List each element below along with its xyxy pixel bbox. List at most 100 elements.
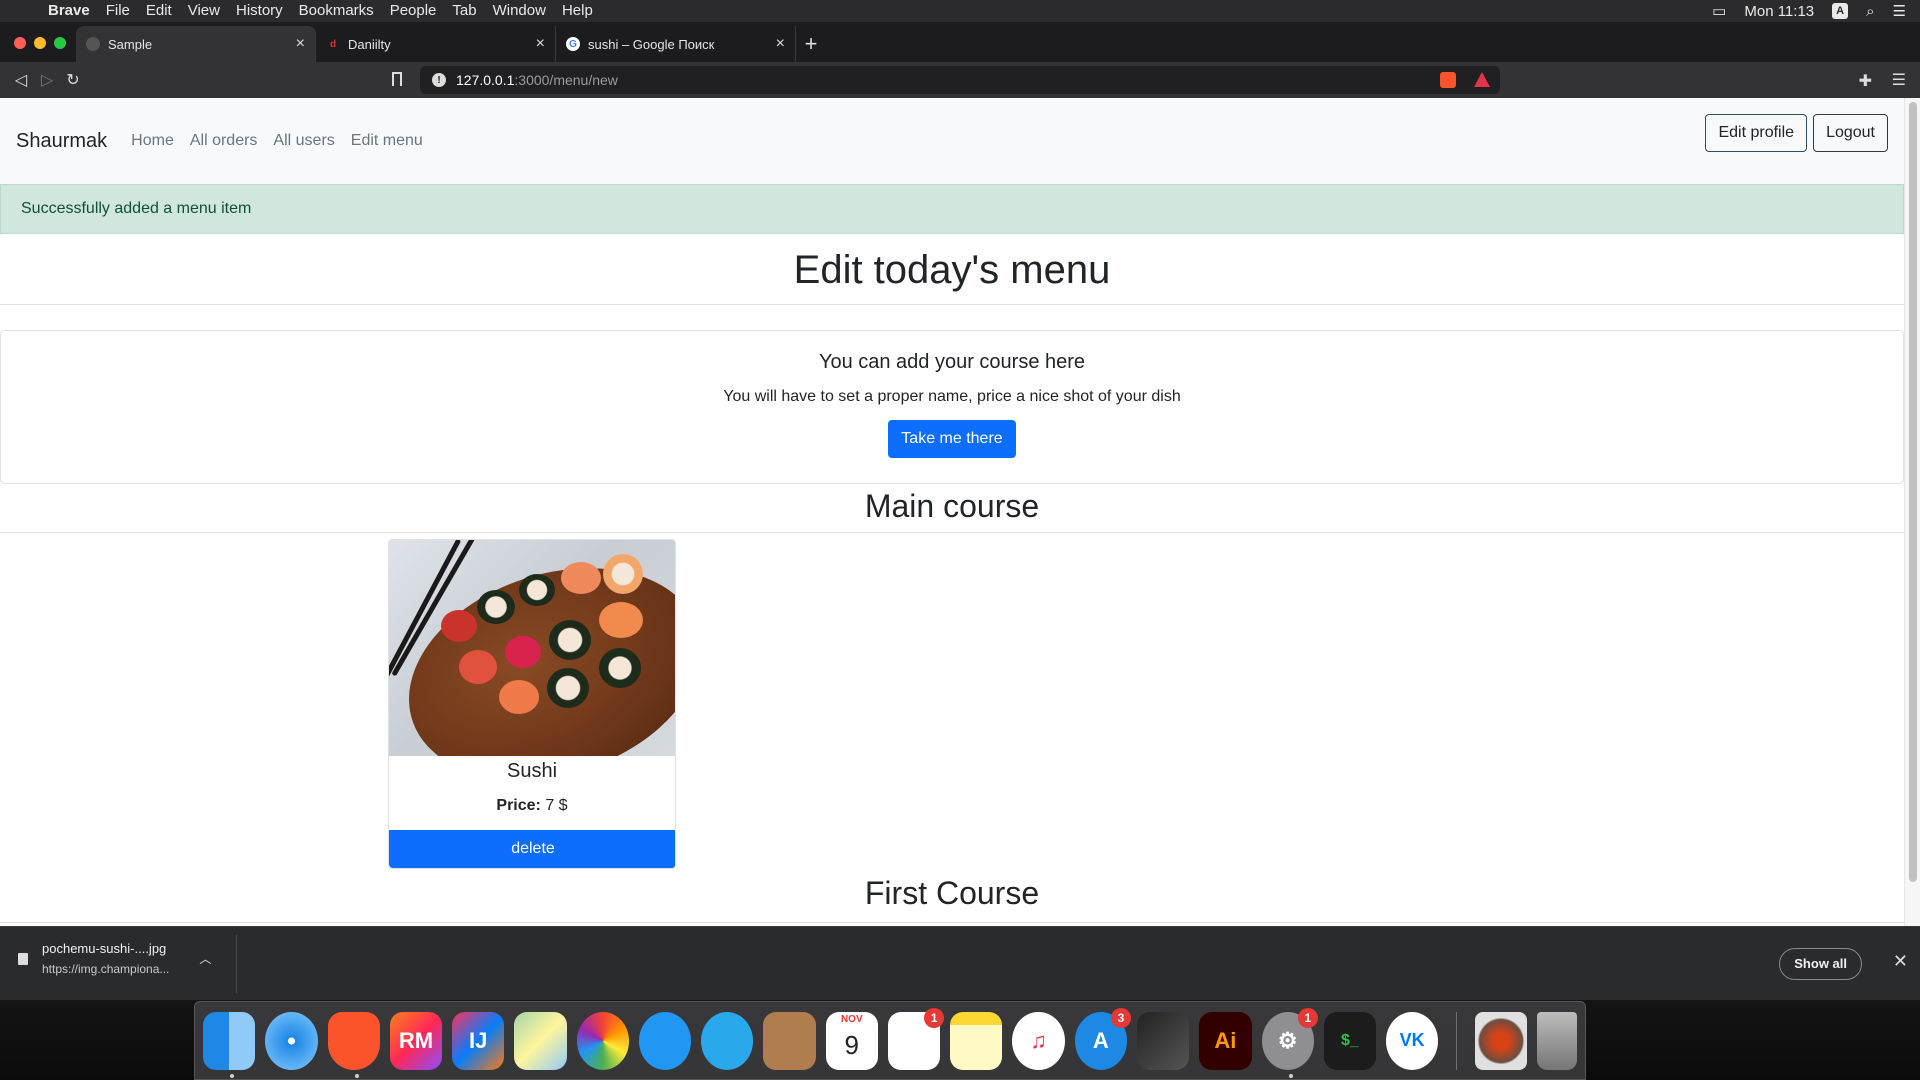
menu-help[interactable]: Help (554, 0, 601, 22)
notes-icon[interactable] (950, 1011, 1003, 1070)
app-label: VK (1399, 1030, 1425, 1050)
input-source-icon[interactable]: A (1832, 3, 1849, 19)
delete-button[interactable]: delete (389, 830, 675, 868)
menu-item-card: Sushi Price: 7 $ delete (388, 539, 676, 869)
contacts-icon[interactable] (763, 1011, 816, 1070)
sushi-piece (603, 554, 643, 594)
messages-icon[interactable] (638, 1011, 692, 1070)
brave-icon[interactable] (327, 1011, 380, 1078)
site-brand[interactable]: Shaurmak (16, 130, 107, 153)
edit-profile-button[interactable]: Edit profile (1705, 114, 1808, 152)
success-alert: Successfully added a menu item (0, 184, 1904, 234)
download-item[interactable]: pochemu-sushi-....jpg https://img.champi… (18, 941, 211, 976)
menu-clock[interactable]: Mon 11:13 (1744, 3, 1814, 20)
system-preferences-icon[interactable]: ⚙ 1 (1261, 1007, 1318, 1078)
rubymine-icon[interactable]: RM (389, 1011, 443, 1070)
sushi-piece (549, 620, 591, 660)
menu-history[interactable]: History (228, 0, 291, 22)
app-label: ♫ (1030, 1027, 1047, 1053)
finder-icon[interactable] (203, 1011, 256, 1078)
maps-icon[interactable] (514, 1011, 567, 1070)
divider (0, 922, 1904, 923)
url-host: 127.0.0.1 (456, 72, 515, 88)
menu-app-name[interactable]: Brave (40, 0, 98, 22)
extensions-icon[interactable]: ✚ (1859, 71, 1872, 91)
trash-icon[interactable] (1537, 1011, 1578, 1070)
finalcut-icon[interactable] (1136, 1011, 1190, 1070)
calendar-icon[interactable]: NOV 9 (825, 1011, 878, 1070)
tab-close-icon[interactable]: × (776, 35, 785, 53)
section-first-course: First Course (864, 875, 1040, 911)
app-label: RM (398, 1027, 434, 1053)
appstore-icon[interactable]: A3 (1074, 1007, 1131, 1070)
dish-price: Price: 7 $ (389, 797, 675, 815)
menu-window[interactable]: Window (485, 0, 554, 22)
scrollbar-thumb[interactable] (1909, 102, 1917, 882)
tab-daniilty[interactable]: d Daniilty × (316, 26, 556, 62)
tab-title: Daniilty (348, 36, 391, 52)
brave-shield-icon[interactable] (1440, 72, 1456, 88)
app-label: ⚙ (1277, 1027, 1298, 1053)
back-icon[interactable]: ◁ (8, 70, 34, 90)
nav-all-orders[interactable]: All orders (190, 132, 258, 150)
airplay-icon[interactable]: ▭ (1712, 2, 1726, 20)
reload-icon[interactable]: ↻ (60, 70, 86, 90)
dish-photo (389, 540, 675, 756)
menu-tab[interactable]: Tab (444, 0, 484, 22)
page-scrollbar[interactable] (1904, 98, 1920, 926)
sushi-piece (477, 590, 515, 624)
divider (236, 935, 237, 993)
download-shelf: pochemu-sushi-....jpg https://img.champi… (0, 926, 1920, 1000)
site-navbar: Shaurmak Home All orders All users Edit … (0, 98, 1904, 184)
menu-file[interactable]: File (98, 0, 138, 22)
add-course-panel: You can add your course here You will ha… (0, 330, 1904, 484)
downloaded-image-icon[interactable] (1475, 1011, 1528, 1070)
vk-icon[interactable]: VK (1386, 1011, 1439, 1070)
take-me-there-button[interactable]: Take me there (888, 420, 1016, 458)
photos-icon[interactable] (576, 1011, 629, 1070)
new-tab-icon[interactable]: + (796, 26, 826, 62)
menu-bookmarks[interactable]: Bookmarks (291, 0, 382, 22)
control-center-icon[interactable]: ☰ (1893, 2, 1906, 20)
notification-badge: 1 (924, 1007, 945, 1028)
minimize-window-button[interactable] (34, 37, 46, 49)
page-title: Edit today's menu (793, 248, 1111, 292)
macos-menu-bar: Brave File Edit View History Bookmarks P… (0, 0, 1920, 22)
illustrator-icon[interactable]: Ai (1199, 1011, 1252, 1070)
close-icon[interactable]: ✕ (1893, 951, 1908, 972)
bookmark-icon[interactable] (392, 72, 402, 86)
safari-icon[interactable] (265, 1011, 318, 1070)
nav-all-users[interactable]: All users (273, 132, 334, 150)
forward-icon[interactable]: ▷ (34, 70, 60, 90)
menu-view[interactable]: View (180, 0, 228, 22)
chevron-up-icon[interactable]: ︿ (199, 950, 211, 967)
tab-sample[interactable]: Sample × (76, 26, 316, 62)
menu-edit[interactable]: Edit (138, 0, 180, 22)
spotlight-search-icon[interactable]: ⌕ (1866, 3, 1874, 20)
price-label: Price: (496, 797, 541, 814)
window-controls (14, 37, 66, 49)
menu-people[interactable]: People (382, 0, 445, 22)
music-icon[interactable]: ♫ (1012, 1011, 1065, 1070)
google-favicon-icon: G (566, 37, 580, 51)
browser-tab-strip: Sample × d Daniilty × G sushi – Google П… (0, 22, 1920, 62)
nav-edit-menu[interactable]: Edit menu (351, 132, 423, 150)
show-all-button[interactable]: Show all (1779, 948, 1862, 980)
browser-menu-icon[interactable]: ☰ (1892, 70, 1906, 90)
telegram-icon[interactable] (701, 1011, 754, 1070)
calendar-month: NOV (840, 1013, 863, 1025)
close-window-button[interactable] (14, 37, 26, 49)
zoom-window-button[interactable] (54, 37, 66, 49)
info-icon[interactable]: ! (432, 73, 446, 87)
intellij-icon[interactable]: IJ (452, 1011, 505, 1070)
tab-close-icon[interactable]: × (536, 35, 545, 53)
address-bar[interactable]: ! 127.0.0.1:3000/menu/new (420, 66, 1500, 94)
tab-google-search[interactable]: G sushi – Google Поиск × (556, 26, 796, 62)
brave-rewards-icon[interactable] (1474, 72, 1490, 87)
logout-button[interactable]: Logout (1813, 114, 1888, 152)
reminders-icon[interactable]: 1 (887, 1007, 945, 1070)
tab-close-icon[interactable]: × (296, 35, 305, 53)
terminal-icon[interactable]: $_ (1323, 1011, 1377, 1070)
add-course-heading: You can add your course here (818, 351, 1086, 373)
nav-home[interactable]: Home (131, 132, 174, 150)
